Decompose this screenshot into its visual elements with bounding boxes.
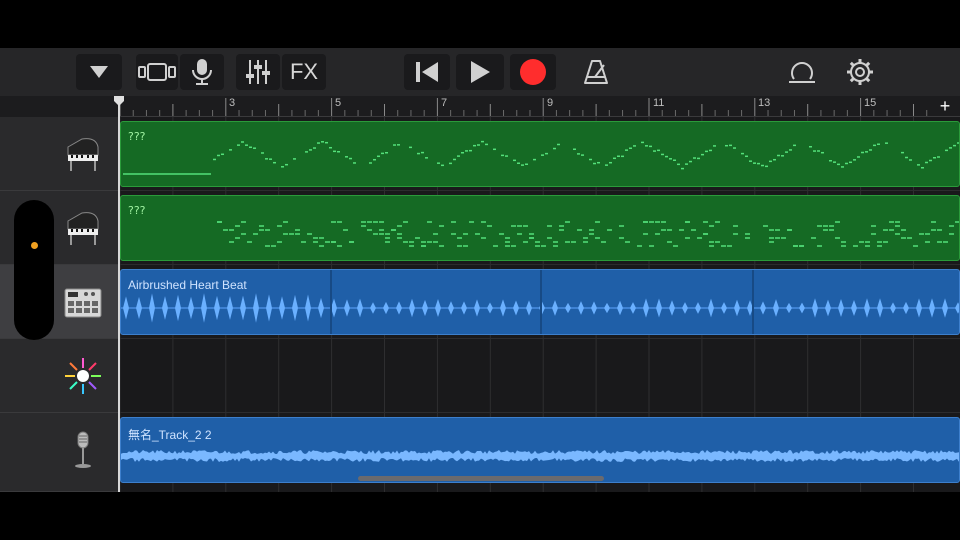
add-section-button[interactable]: + (930, 96, 960, 116)
gear-icon (847, 59, 873, 85)
garageband-window: FX 3 5 7 9 11 13 15 + ??? ??? Airbrushed… (0, 48, 960, 492)
audio-region[interactable]: Airbrushed Heart Beat (120, 269, 960, 335)
microphone-icon (192, 59, 212, 85)
audio-waveform (121, 450, 959, 462)
loop-icon (789, 62, 815, 83)
track-lane-drums[interactable]: Airbrushed Heart Beat (120, 265, 960, 339)
skip-back-icon (416, 62, 438, 82)
track-header-piano-1[interactable] (0, 117, 118, 191)
toolbar: FX (0, 48, 960, 96)
view-toggle-button[interactable] (136, 54, 178, 90)
region-label: 無名_Track_2 2 (128, 428, 212, 442)
track-header-synth[interactable] (0, 339, 118, 413)
drum-machine-icon (64, 288, 102, 318)
metronome-button[interactable] (574, 54, 618, 90)
playhead-handle-icon[interactable] (114, 96, 124, 106)
track-lane-piano-2[interactable]: ??? (120, 191, 960, 265)
bar-number: 13 (758, 97, 771, 109)
bar-number: 9 (547, 97, 554, 109)
region-label: ??? (128, 204, 146, 217)
grand-piano-icon (67, 212, 99, 245)
midi-notes (123, 140, 959, 175)
audio-region[interactable]: 無名_Track_2 2 (120, 417, 960, 483)
browser-menu-button[interactable] (76, 54, 122, 90)
mixer-button[interactable] (236, 54, 280, 90)
bar-number: 11 (653, 97, 665, 109)
go-to-beginning-button[interactable] (404, 54, 450, 90)
sliders-icon (246, 60, 270, 84)
timeline-ruler[interactable]: 3 5 7 9 11 13 15 + (118, 96, 960, 117)
play-icon (471, 61, 490, 83)
bar-number: 15 (864, 97, 877, 109)
play-button[interactable] (456, 54, 504, 90)
midi-region[interactable]: ??? (120, 121, 960, 187)
sparkle-synth-icon (65, 358, 101, 394)
track-lanes[interactable]: ??? ??? Airbrushed Heart Beat 無名_Track_2… (120, 117, 960, 492)
horizontal-scrollbar[interactable] (358, 476, 604, 481)
ruler-ticks (119, 98, 928, 116)
microphone-button[interactable] (180, 54, 224, 90)
bar-number: 3 (229, 97, 236, 109)
indicator-dot (31, 242, 38, 249)
fx-label: FX (289, 59, 319, 84)
midi-region[interactable]: ??? (120, 195, 960, 261)
track-lane-synth[interactable] (120, 339, 960, 413)
assistive-touch-overlay[interactable] (14, 200, 54, 340)
bar-number: 7 (441, 97, 448, 109)
settings-button[interactable] (838, 54, 882, 90)
track-header-audio-recorder[interactable] (0, 413, 118, 492)
loop-browser-button[interactable] (780, 54, 824, 90)
metronome-icon (584, 60, 608, 84)
microphone-icon (75, 431, 91, 468)
playhead[interactable] (118, 96, 120, 492)
track-lane-piano-1[interactable]: ??? (120, 117, 960, 191)
record-button[interactable] (510, 54, 556, 90)
region-label: ??? (128, 130, 146, 143)
bar-number: 5 (335, 97, 342, 109)
grand-piano-icon (67, 138, 99, 171)
record-icon (520, 59, 546, 85)
fx-button[interactable]: FX (282, 54, 326, 90)
region-label: Airbrushed Heart Beat (128, 278, 247, 292)
triangle-down-icon (90, 66, 108, 78)
midi-notes (217, 221, 959, 247)
tracks-view-icon (138, 63, 176, 81)
